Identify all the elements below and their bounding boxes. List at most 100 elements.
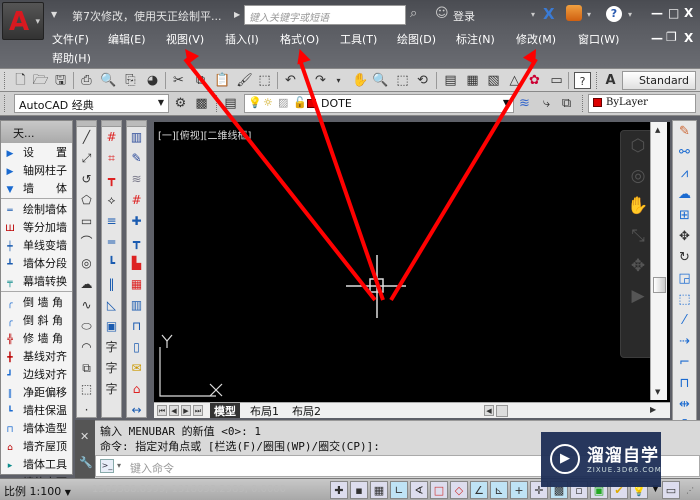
object-snap-icon[interactable]: □ <box>430 481 448 499</box>
3d-object-snap-icon[interactable]: ◇ <box>450 481 468 499</box>
properties-icon[interactable]: ▤ <box>442 72 459 89</box>
pan-hand-icon[interactable]: ✋ <box>352 72 369 89</box>
stretch-icon[interactable]: ⬚ <box>673 289 696 310</box>
layer-select[interactable]: 💡 ☼ ▨ 🔓 DOTE ▼ <box>244 94 514 113</box>
tz-item-edge-align[interactable]: ┛ 边线对齐 <box>1 365 72 383</box>
a360-share-icon[interactable] <box>566 5 582 21</box>
drawing-canvas[interactable]: [一][俯视][二维线框] ⬡ ◎ ✋ ⤡ ✥ ▶ <box>154 122 670 402</box>
scrollbar-thumb[interactable] <box>653 277 666 293</box>
house-icon[interactable]: ⌂ <box>127 379 146 400</box>
column-block-icon[interactable]: ▣ <box>102 316 121 337</box>
tz-section-wall[interactable]: ▼ 墙 体 <box>1 179 72 197</box>
menu-file[interactable]: 文件(F) <box>52 31 89 47</box>
redo-icon[interactable]: ↷ <box>312 72 329 89</box>
panel-title[interactable]: 天... <box>1 121 72 143</box>
menu-edit[interactable]: 编辑(E) <box>108 31 146 47</box>
undo-icon[interactable]: ↶ <box>282 72 299 89</box>
dropdown-icon[interactable]: ▾ <box>587 10 591 19</box>
wall-line-icon[interactable]: ≡ <box>102 211 121 232</box>
tz-item-wall-to-roof[interactable]: ⌂ 墙齐屋顶 <box>1 437 72 455</box>
join-icon[interactable]: ⇹ <box>673 394 696 415</box>
tz-item-baseline-align[interactable]: ╋ 基线对齐 <box>1 347 72 365</box>
envelope-icon[interactable]: ✉ <box>127 358 146 379</box>
copy-icon[interactable]: ⧉ <box>192 72 209 89</box>
axis-grid-icon[interactable]: # <box>102 127 121 148</box>
workspace-settings-gear-icon[interactable]: ⚙ <box>172 95 189 112</box>
menu-modify[interactable]: 修改(M) <box>516 31 556 47</box>
horizontal-scrollbar-thumb[interactable] <box>496 405 508 417</box>
extend-icon[interactable]: ⇢ <box>673 331 696 352</box>
binoculars-icon[interactable]: ⌕ <box>410 6 417 21</box>
column-icon[interactable]: ┳ <box>102 169 121 190</box>
plot-preview-icon[interactable]: 🔍 <box>100 72 117 89</box>
menu-view[interactable]: 视图(V) <box>166 31 204 47</box>
text-table-icon[interactable]: 字 <box>102 379 121 400</box>
tab-layout2[interactable]: 布局2 <box>288 403 325 418</box>
menu-dimension[interactable]: 标注(N) <box>456 31 495 47</box>
menu-tools[interactable]: 工具(T) <box>340 31 377 47</box>
clean-screen-icon[interactable]: ▭ <box>662 481 680 499</box>
workspace-select[interactable]: AutoCAD 经典 ▼ <box>14 94 169 113</box>
resize-grip-icon[interactable]: ⋰ <box>686 486 694 495</box>
sheet-set-icon[interactable]: △ <box>506 72 523 89</box>
grid-display-icon[interactable]: ▦ <box>370 481 388 499</box>
menu-window[interactable]: 窗口(W) <box>578 31 619 47</box>
break-at-point-icon[interactable]: ⌐ <box>673 352 696 373</box>
grid-icon[interactable]: # <box>127 190 146 211</box>
next-tab-icon[interactable]: ▶ <box>181 405 191 416</box>
tz-section-axis-column[interactable]: ▶ 轴网柱子 <box>1 161 72 179</box>
insert-block-icon[interactable]: ⧉ <box>77 358 96 379</box>
design-center-icon[interactable]: ▦ <box>464 72 481 89</box>
copy-object-icon[interactable]: ⚯ <box>673 142 696 163</box>
toolbar-grip[interactable] <box>582 95 585 112</box>
revision-cloud-icon[interactable]: ☁ <box>77 274 96 295</box>
tz-item-insulation[interactable]: ┗ 墙柱保温 <box>1 401 72 419</box>
toolbar-grip[interactable] <box>4 95 7 112</box>
spline-icon[interactable]: ∿ <box>77 295 96 316</box>
break-icon[interactable]: ⊓ <box>673 373 696 394</box>
vertical-scrollbar[interactable]: ▲ ▼ <box>650 122 667 400</box>
annotation-scale[interactable]: 比例 1:100 ▼ <box>4 483 71 499</box>
cut-icon[interactable]: ✂ <box>170 72 187 89</box>
dropdown-icon[interactable]: ▾ <box>531 10 535 19</box>
stair-icon[interactable]: ┳ <box>127 232 146 253</box>
ortho-mode-icon[interactable]: ∟ <box>390 481 408 499</box>
print-icon[interactable]: ⎙ <box>78 72 95 89</box>
expand-arrow-icon[interactable]: ▶ <box>234 10 240 19</box>
snap-mode-icon[interactable]: ▪ <box>350 481 368 499</box>
close-icon[interactable]: ✕ <box>80 430 89 443</box>
scroll-up-icon[interactable]: ▲ <box>655 126 660 134</box>
doc-minimize-button[interactable]: — <box>651 31 663 45</box>
layer-previous-icon[interactable]: ⤷ <box>538 95 555 112</box>
wall-double-icon[interactable]: ═ <box>102 232 121 253</box>
help-icon[interactable]: ? <box>574 72 591 89</box>
last-tab-icon[interactable]: ⏭ <box>193 405 203 416</box>
angle-column-icon[interactable]: ⟡ <box>102 190 121 211</box>
double-door-icon[interactable]: ▥ <box>127 295 146 316</box>
settings-icon[interactable]: ▥ <box>127 127 146 148</box>
clean-screen-icon[interactable]: ▩ <box>193 95 210 112</box>
door-icon[interactable]: ▙ <box>127 253 146 274</box>
erase-icon[interactable]: ✎ <box>673 121 696 142</box>
door-swing-icon[interactable]: ◺ <box>102 295 121 316</box>
first-tab-icon[interactable]: ⏮ <box>157 405 167 416</box>
edit-icon[interactable]: ✎ <box>127 148 146 169</box>
dynamic-ucs-icon[interactable]: ⊾ <box>490 481 508 499</box>
ellipse-arc-icon[interactable]: ◠ <box>77 337 96 358</box>
zoom-realtime-icon[interactable]: 🔍 <box>372 72 389 89</box>
layer-properties-icon[interactable]: ▤ <box>222 95 239 112</box>
match-properties-icon[interactable]: 🖌 <box>236 72 253 89</box>
tz-section-settings[interactable]: ▶ 设 置 <box>1 143 72 161</box>
tz-item-curtain-wall[interactable]: ╤ 幕墙转换 <box>1 272 72 290</box>
command-prompt-icon[interactable]: >_ <box>100 459 114 473</box>
axis-label-icon[interactable]: ⌗ <box>102 148 121 169</box>
move-icon[interactable]: ✥ <box>673 226 696 247</box>
line-icon[interactable]: ╱ <box>77 127 96 148</box>
ellipse-icon[interactable]: ⬭ <box>77 316 96 337</box>
3d-dwf-icon[interactable]: ◕ <box>144 72 161 89</box>
save-icon[interactable]: 🖫 <box>52 72 69 89</box>
menu-format[interactable]: 格式(O) <box>280 31 319 47</box>
layers-icon[interactable]: ≋ <box>127 169 146 190</box>
arch-door-icon[interactable]: ⊓ <box>127 316 146 337</box>
menu-help[interactable]: 帮助(H) <box>52 50 91 66</box>
